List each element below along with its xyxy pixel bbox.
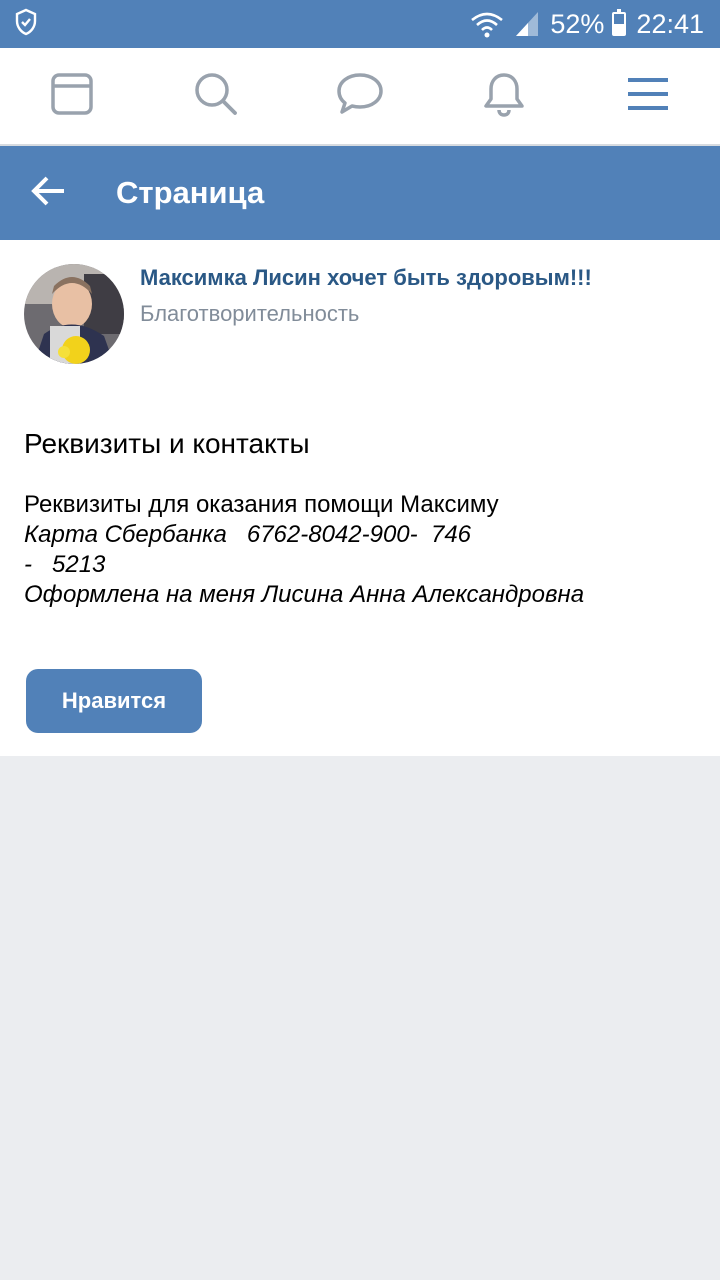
requisites-line: Реквизиты для оказания помощи Максиму <box>24 491 499 518</box>
requisites-line: - 5213 <box>24 551 106 578</box>
wifi-icon <box>470 10 504 38</box>
messages-tab[interactable] <box>324 60 396 132</box>
menu-tab[interactable] <box>612 60 684 132</box>
requisites-line: Карта Сбербанка 6762-8042-900- 746 <box>24 521 472 548</box>
page-header: Страница <box>0 146 720 240</box>
hamburger-menu-icon <box>626 75 670 118</box>
content-card: Максимка Лисин хочет быть здоровым!!! Бл… <box>0 240 720 756</box>
notifications-tab[interactable] <box>468 60 540 132</box>
requisites-line: Оформлена на меня Лисина Анна Александро… <box>24 581 585 608</box>
group-name-link[interactable]: Максимка Лисин хочет быть здоровым!!! <box>140 265 592 291</box>
clock: 22:41 <box>636 8 704 39</box>
search-tab[interactable] <box>180 60 252 132</box>
arrow-left-icon <box>30 175 66 212</box>
group-avatar[interactable] <box>24 264 124 364</box>
battery-level-fill <box>614 23 625 34</box>
search-icon <box>193 71 239 122</box>
status-bar: 52% 22:41 <box>0 0 720 48</box>
bell-icon <box>482 70 526 123</box>
battery-percent: 52% <box>550 8 605 39</box>
back-button[interactable] <box>0 146 96 240</box>
chat-bubble-icon <box>336 71 384 122</box>
section-title: Реквизиты и контакты <box>24 428 310 459</box>
group-category: Благотворительность <box>140 301 360 326</box>
battery-icon <box>612 9 627 36</box>
shield-icon <box>14 8 38 41</box>
page-title: Страница <box>116 175 265 210</box>
signal-icon <box>514 10 540 38</box>
top-navigation <box>0 48 720 146</box>
like-button[interactable]: Нравится <box>26 669 202 733</box>
news-feed-icon <box>50 72 94 121</box>
news-feed-tab[interactable] <box>36 60 108 132</box>
requisites-text: Реквизиты для оказания помощи Максиму Ка… <box>24 490 584 610</box>
